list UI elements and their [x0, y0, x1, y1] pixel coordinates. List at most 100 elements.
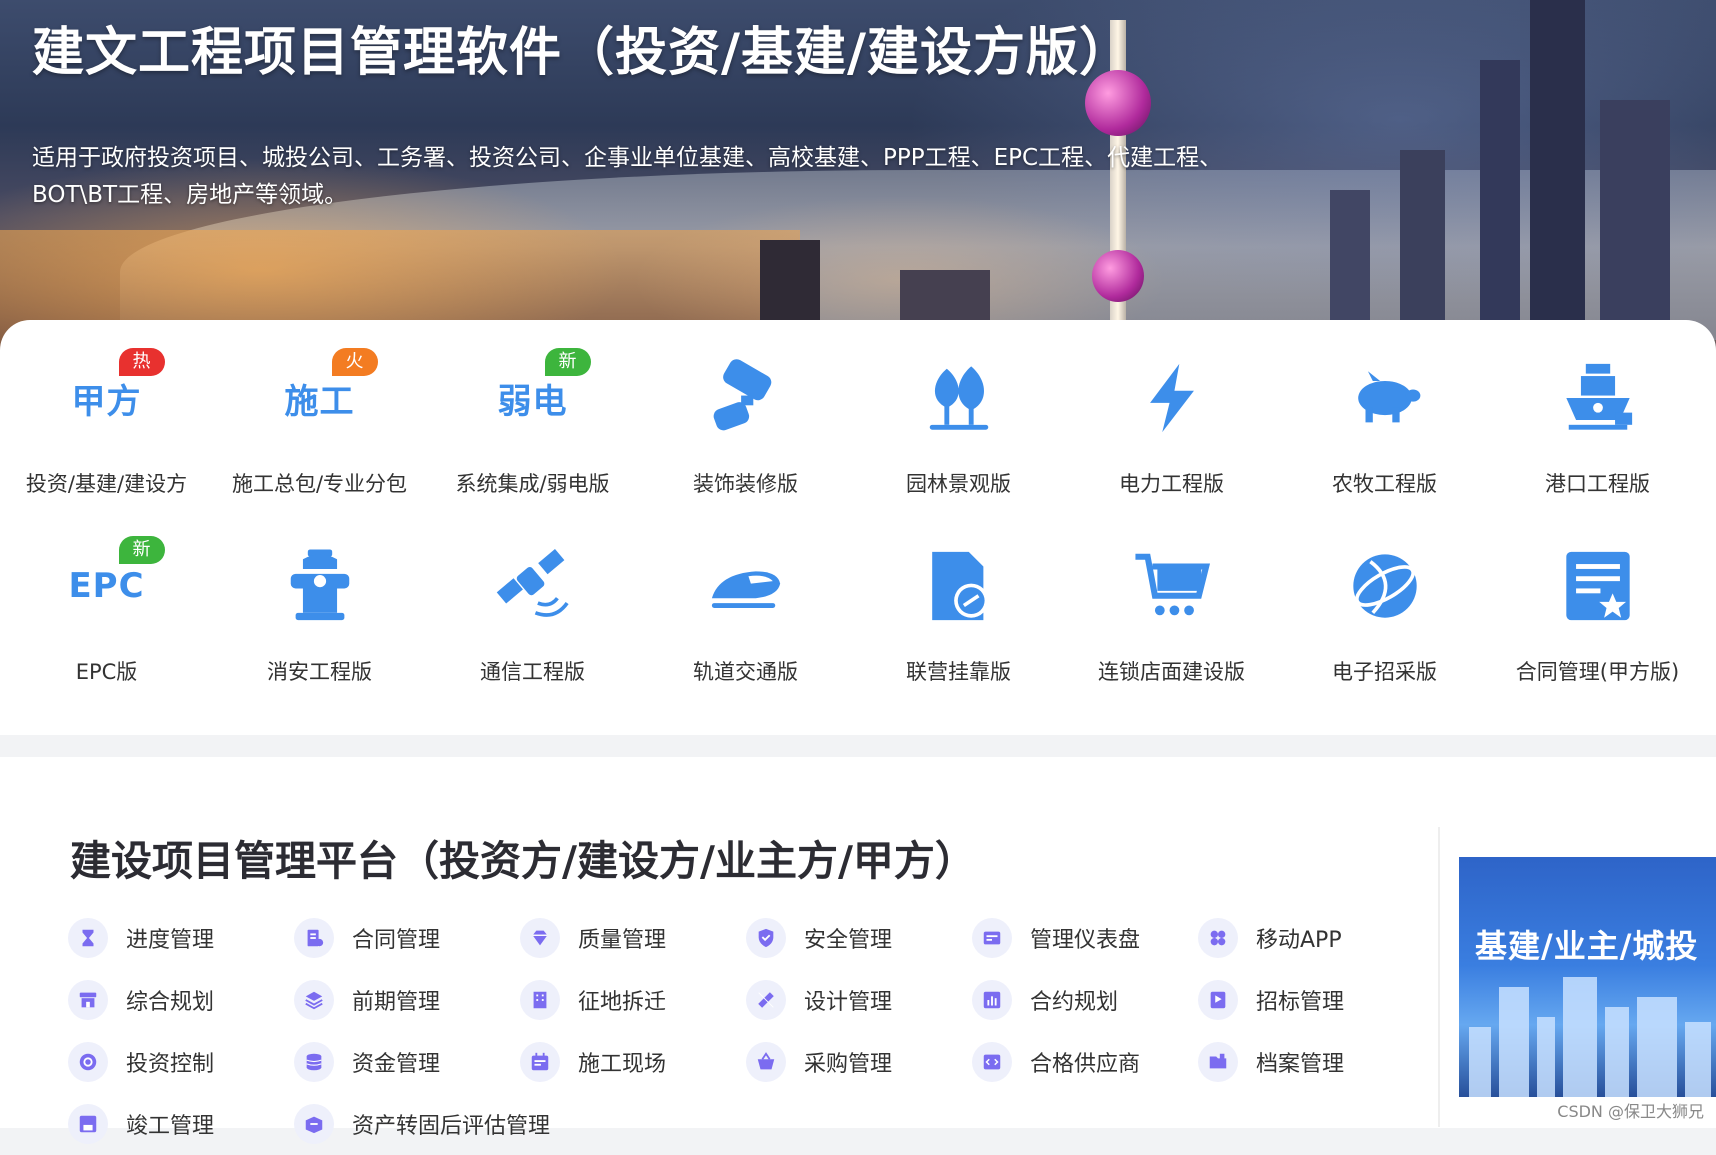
- function-item[interactable]: 安全管理: [746, 907, 972, 969]
- document-link-icon: [911, 538, 1007, 634]
- version-item[interactable]: 电力工程版: [1065, 340, 1278, 528]
- function-label: 施工现场: [578, 1052, 667, 1077]
- function-label: 资金管理: [352, 1052, 441, 1077]
- function-label: 设计管理: [804, 990, 893, 1015]
- function-label: 合格供应商: [1030, 1052, 1141, 1077]
- version-label: 通信工程版: [480, 660, 585, 684]
- version-item[interactable]: 消安工程版: [213, 528, 426, 716]
- version-label: 合同管理(甲方版): [1515, 660, 1680, 684]
- function-item[interactable]: 合约规划: [972, 969, 1198, 1031]
- shield-icon: [746, 918, 786, 958]
- function-label: 招标管理: [1256, 990, 1345, 1015]
- version-item[interactable]: 园林景观版: [852, 340, 1065, 528]
- versions-card: 甲方热投资/基建/建设方 施工火施工总包/专业分包 弱电新系统集成/弱电版 装饰装修版…: [0, 320, 1716, 735]
- flag-icon: [1198, 980, 1238, 1020]
- version-label: 农牧工程版: [1332, 472, 1437, 496]
- function-item[interactable]: 合格供应商: [972, 1031, 1198, 1093]
- basket-icon: [746, 1042, 786, 1082]
- function-item[interactable]: 资金管理: [294, 1031, 520, 1093]
- promo-building: [1563, 977, 1597, 1097]
- version-tag-badge: 火: [331, 348, 378, 376]
- platform-title: 建设项目管理平台（投资方/建设方/业主方/甲方）: [70, 837, 976, 885]
- contract-icon: [1550, 538, 1646, 634]
- dashboard-icon: [972, 918, 1012, 958]
- promo-building: [1605, 1007, 1629, 1097]
- contract-icon: [294, 918, 334, 958]
- folder-icon: [1198, 1042, 1238, 1082]
- hero-building: [1480, 60, 1520, 360]
- function-item[interactable]: 质量管理: [520, 907, 746, 969]
- function-label: 资产转固后评估管理: [352, 1114, 551, 1139]
- version-label: 投资/基建/建设方: [25, 472, 188, 496]
- function-item[interactable]: 竣工管理: [68, 1093, 294, 1155]
- function-label: 合约规划: [1030, 990, 1119, 1015]
- paint-roller-icon: [698, 350, 794, 446]
- version-item[interactable]: 电子招采版: [1278, 528, 1491, 716]
- version-item[interactable]: 甲方 热投资/基建/建设方: [0, 340, 213, 528]
- version-badge-text: 弱电: [497, 381, 568, 422]
- coins-icon: [294, 1042, 334, 1082]
- version-label: 联营挂靠版: [906, 660, 1011, 684]
- version-item[interactable]: EPC 新 EPC版: [0, 528, 213, 716]
- function-item[interactable]: 前期管理: [294, 969, 520, 1031]
- version-item[interactable]: 连锁店面建设版: [1065, 528, 1278, 716]
- hero-tower-sphere: [1092, 250, 1144, 302]
- version-item[interactable]: 港口工程版: [1491, 340, 1704, 528]
- version-label: 电子招采版: [1332, 660, 1437, 684]
- version-item[interactable]: 装饰装修版: [639, 340, 852, 528]
- hourglass-icon: [68, 918, 108, 958]
- hero-banner: 建文工程项目管理软件（投资/基建/建设方版） 适用于政府投资项目、城投公司、工务…: [0, 0, 1716, 360]
- function-label: 管理仪表盘: [1030, 928, 1141, 953]
- hero-description: 适用于政府投资项目、城投公司、工务署、投资公司、企事业单位基建、高校基建、PPP…: [32, 145, 1223, 208]
- promo-text: 基建/业主/城投: [1475, 927, 1699, 965]
- function-item[interactable]: 征地拆迁: [520, 969, 746, 1031]
- globe-icon: [1337, 538, 1433, 634]
- platform-section: 建设项目管理平台（投资方/建设方/业主方/甲方） 进度管理 合同管理 质量管理 安全管…: [0, 757, 1716, 1144]
- version-label: 港口工程版: [1545, 472, 1650, 496]
- function-label: 投资控制: [126, 1052, 215, 1077]
- version-badge-icon: 弱电 新: [485, 348, 591, 446]
- version-badge-icon: EPC 新: [59, 536, 165, 634]
- function-label: 进度管理: [126, 928, 215, 953]
- promo-building: [1685, 1022, 1711, 1097]
- save-icon: [68, 1104, 108, 1144]
- promo-banner[interactable]: 基建/业主/城投: [1459, 857, 1716, 1097]
- version-item[interactable]: 联营挂靠版: [852, 528, 1065, 716]
- fire-hydrant-icon: [272, 538, 368, 634]
- version-label: 系统集成/弱电版: [455, 472, 610, 496]
- version-badge-icon: 施工 火: [272, 348, 378, 446]
- version-item[interactable]: 施工 火施工总包/专业分包: [213, 340, 426, 528]
- function-item[interactable]: 合同管理: [294, 907, 520, 969]
- layers-icon: [294, 980, 334, 1020]
- promo-building: [1469, 1027, 1491, 1097]
- function-item[interactable]: 采购管理: [746, 1031, 972, 1093]
- function-item[interactable]: 档案管理: [1198, 1031, 1424, 1093]
- function-label: 竣工管理: [126, 1114, 215, 1139]
- function-label: 档案管理: [1256, 1052, 1345, 1077]
- function-label: 综合规划: [126, 990, 215, 1015]
- version-tag-badge: 新: [118, 536, 165, 564]
- function-item[interactable]: 综合规划: [68, 969, 294, 1031]
- function-item[interactable]: 招标管理: [1198, 969, 1424, 1031]
- pig-icon: [1337, 350, 1433, 446]
- function-item[interactable]: 资产转固后评估管理: [294, 1093, 550, 1155]
- function-item[interactable]: 移动APP: [1198, 907, 1424, 969]
- version-item[interactable]: 农牧工程版: [1278, 340, 1491, 528]
- function-item[interactable]: 设计管理: [746, 969, 972, 1031]
- ruler-icon: [746, 980, 786, 1020]
- hero-title: 建文工程项目管理软件（投资/基建/建设方版）: [32, 23, 1132, 83]
- function-label: 质量管理: [578, 928, 667, 953]
- promo-building: [1537, 1017, 1555, 1097]
- version-item[interactable]: 通信工程版: [426, 528, 639, 716]
- promo-building: [1637, 997, 1677, 1097]
- version-item[interactable]: 合同管理(甲方版): [1491, 528, 1704, 716]
- tree-icon: [911, 350, 1007, 446]
- version-item[interactable]: 轨道交通版: [639, 528, 852, 716]
- target-icon: [68, 1042, 108, 1082]
- function-item[interactable]: 投资控制: [68, 1031, 294, 1093]
- function-item[interactable]: 施工现场: [520, 1031, 746, 1093]
- version-item[interactable]: 弱电 新系统集成/弱电版: [426, 340, 639, 528]
- function-item[interactable]: 管理仪表盘: [972, 907, 1198, 969]
- function-item[interactable]: 进度管理: [68, 907, 294, 969]
- version-label: EPC版: [75, 660, 138, 684]
